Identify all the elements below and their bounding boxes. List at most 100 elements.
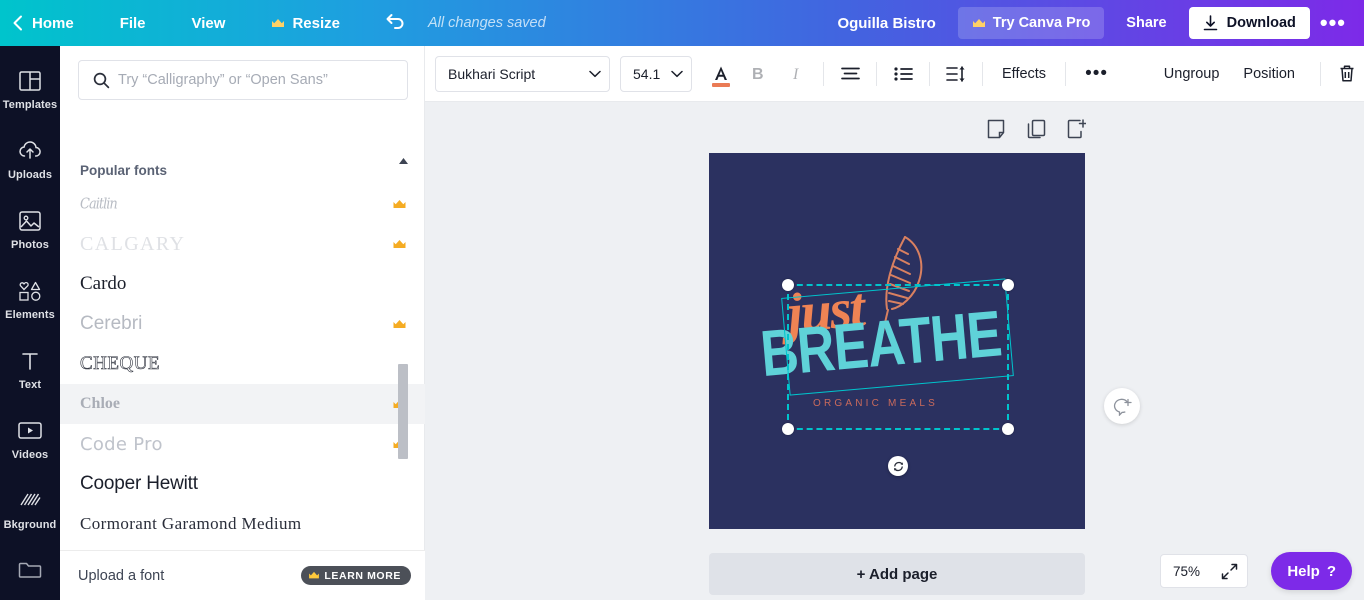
view-menu[interactable]: View (180, 0, 238, 46)
top-bar-right-group: Oguilla Bistro Try Canva Pro Share Downl… (823, 7, 1364, 39)
search-input[interactable] (118, 72, 407, 88)
font-list-item[interactable]: Chloe (60, 384, 425, 424)
hatch-pattern-icon (19, 488, 41, 514)
sidebar-item-text[interactable]: Text (0, 334, 60, 404)
text-align-icon[interactable] (833, 56, 867, 92)
font-family-value: Bukhari Script (448, 66, 535, 82)
expand-arrows-icon[interactable] (1221, 563, 1238, 580)
question-mark-icon: ? (1327, 563, 1336, 580)
sidebar-label: Photos (11, 239, 49, 251)
note-page-icon[interactable] (985, 118, 1007, 140)
divider (929, 62, 930, 86)
search-icon (93, 72, 110, 89)
download-button[interactable]: Download (1189, 7, 1310, 39)
text-color-swatch (712, 83, 730, 87)
font-size-select[interactable]: 54.1 (620, 56, 692, 92)
font-list-scrollbar[interactable] (397, 154, 409, 544)
sidebar-item-photos[interactable]: Photos (0, 194, 60, 264)
photo-icon (19, 208, 41, 234)
resize-handle-top-right[interactable] (1002, 279, 1014, 291)
top-bar: Home File View Resize All changes saved … (0, 0, 1364, 46)
font-list-item[interactable]: Code Pro (60, 424, 425, 464)
resize-handle-bottom-left[interactable] (782, 423, 794, 435)
font-name: Cooper Hewitt (80, 473, 407, 495)
rotate-handle-icon[interactable] (888, 456, 908, 476)
chevron-left-icon (12, 15, 23, 31)
more-options-button[interactable]: ••• (1310, 14, 1356, 32)
position-button[interactable]: Position (1231, 56, 1307, 92)
help-button[interactable]: Help ? (1271, 552, 1352, 590)
font-list-item[interactable]: Cormorant Garamond Medium (60, 504, 425, 543)
resize-button[interactable]: Resize (259, 0, 352, 46)
save-status: All changes saved (428, 15, 546, 31)
font-list[interactable]: Popular fonts CaitlinCALGARYCardo Cerebri… (60, 163, 425, 543)
font-list-item[interactable]: CHEQUE (60, 344, 425, 384)
trash-icon[interactable] (1330, 56, 1364, 92)
font-list-item[interactable]: Cerebri (60, 304, 425, 344)
chevron-down-icon (671, 70, 683, 78)
sidebar-item-videos[interactable]: Videos (0, 404, 60, 474)
section-title: Popular fonts (60, 163, 425, 184)
scrollbar-thumb[interactable] (398, 364, 408, 459)
learn-more-label: LEARN MORE (324, 570, 401, 582)
font-list-item[interactable]: Caitlin (60, 184, 425, 224)
design-canvas[interactable]: just BREATHE ORGANIC MEALS (709, 153, 1085, 529)
divider (876, 62, 877, 86)
add-comment-icon[interactable] (1104, 388, 1140, 424)
divider (1065, 62, 1066, 86)
font-name: Cerebri (80, 313, 392, 335)
upload-a-font-link[interactable]: Upload a font (78, 568, 164, 584)
add-page-button[interactable]: + Add page (709, 553, 1085, 595)
divider (1320, 62, 1321, 86)
resize-label: Resize (292, 15, 340, 32)
toolbar-more-button[interactable]: ••• (1073, 56, 1120, 92)
sidebar-item-uploads[interactable]: Uploads (0, 124, 60, 194)
font-list-item[interactable]: Cooper Hewitt (60, 464, 425, 504)
home-button[interactable]: Home (0, 0, 86, 46)
add-page-icon[interactable] (1065, 118, 1087, 140)
sidebar-item-elements[interactable]: Elements (0, 264, 60, 334)
download-arrow-icon (1203, 15, 1218, 31)
download-label: Download (1227, 15, 1296, 31)
font-size-value: 54.1 (633, 66, 660, 82)
sidebar-item-folder[interactable] (0, 544, 60, 594)
text-color-a-icon[interactable] (704, 56, 738, 92)
sidebar-item-bkground[interactable]: Bkground (0, 474, 60, 544)
home-label: Home (32, 15, 74, 32)
sidebar-item-templates[interactable]: Templates (0, 54, 60, 124)
canvas-stage: just BREATHE ORGANIC MEALS + Add page 75… (425, 102, 1364, 600)
zoom-control[interactable]: 75% (1160, 554, 1248, 588)
font-list-item[interactable]: CALGARY (60, 224, 425, 264)
share-label: Share (1126, 15, 1166, 31)
selection-bounding-box[interactable] (787, 284, 1009, 430)
effects-button[interactable]: Effects (990, 56, 1058, 92)
document-title[interactable]: Oguilla Bistro (823, 15, 949, 32)
scrollbar-track[interactable] (397, 168, 409, 544)
view-label: View (192, 15, 226, 32)
undo-button[interactable] (376, 0, 414, 46)
ungroup-button[interactable]: Ungroup (1152, 56, 1232, 92)
resize-handle-top-left[interactable] (782, 279, 794, 291)
undo-arrow-icon (384, 12, 406, 34)
font-list-item[interactable]: Cardo (60, 264, 425, 304)
try-canva-pro-button[interactable]: Try Canva Pro (958, 7, 1105, 39)
search-box[interactable] (78, 60, 408, 100)
learn-more-badge[interactable]: LEARN MORE (301, 566, 411, 585)
share-button[interactable]: Share (1112, 7, 1180, 39)
font-family-select[interactable]: Bukhari Script (435, 56, 610, 92)
file-menu[interactable]: File (108, 0, 158, 46)
crown-icon (308, 571, 320, 580)
italic-i-icon[interactable]: I (780, 56, 814, 92)
bold-b-icon[interactable]: B (742, 56, 776, 92)
triangle-up-icon[interactable] (397, 154, 409, 168)
divider (982, 62, 983, 86)
shapes-icon (18, 278, 42, 304)
line-spacing-icon[interactable] (939, 56, 973, 92)
font-name: Code Pro (80, 434, 392, 455)
svg-text:B: B (752, 66, 764, 82)
crown-icon (972, 18, 986, 29)
bullet-list-icon[interactable] (886, 56, 920, 92)
font-panel: Popular fonts CaitlinCALGARYCardo Cerebri… (60, 46, 425, 600)
resize-handle-bottom-right[interactable] (1002, 423, 1014, 435)
duplicate-page-icon[interactable] (1025, 118, 1047, 140)
